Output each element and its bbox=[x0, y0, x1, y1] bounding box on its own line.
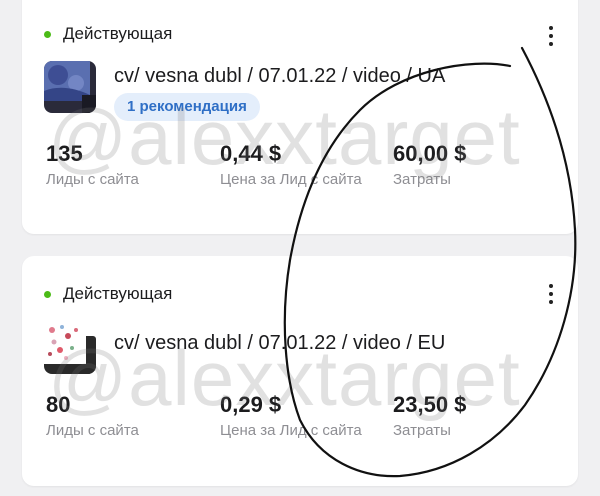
ad-title[interactable]: cv/ vesna dubl / 07.01.22 / video / EU bbox=[114, 332, 445, 355]
metric-value: 135 bbox=[46, 141, 83, 166]
metric-value: 80 bbox=[46, 392, 71, 417]
ad-title[interactable]: cv/ vesna dubl / 07.01.22 / video / UA bbox=[114, 65, 445, 88]
metric-label: Лиды с сайта bbox=[46, 422, 139, 439]
metric-label: Затраты bbox=[393, 171, 451, 188]
video-thumbnail-image bbox=[44, 322, 96, 374]
status-label: Действующая bbox=[63, 284, 173, 303]
metric-value: 23,50 $ bbox=[393, 392, 467, 417]
metric-label: Лиды с сайта bbox=[46, 171, 139, 188]
ad-card-ua[interactable]: Действующая cv/ vesna dubl / 07.01.22 / … bbox=[22, 0, 578, 234]
status-label: Действующая bbox=[63, 24, 173, 43]
video-thumbnail-image bbox=[44, 61, 96, 113]
metric-value: 60,00 $ bbox=[393, 141, 467, 166]
metric-leads: 80 Лиды с сайта bbox=[46, 392, 139, 441]
metric-label: Цена за Лид с сайта bbox=[220, 171, 362, 188]
more-options-button[interactable] bbox=[548, 26, 554, 46]
metric-value: 0,29 $ bbox=[220, 392, 282, 417]
metric-spend: 60,00 $ Затраты bbox=[393, 141, 466, 190]
metric-label: Затраты bbox=[393, 422, 451, 439]
recommendation-badge[interactable]: 1 рекомендация bbox=[114, 93, 260, 121]
metric-value: 0,44 $ bbox=[220, 141, 282, 166]
metric-spend: 23,50 $ Затраты bbox=[393, 392, 466, 441]
status-indicator: Действующая bbox=[44, 284, 172, 304]
status-indicator: Действующая bbox=[44, 24, 172, 44]
more-vertical-icon bbox=[549, 284, 553, 288]
ad-card-eu[interactable]: Действующая cv/ vesna dubl / 07.01.22 / … bbox=[22, 256, 578, 486]
more-options-button[interactable] bbox=[548, 284, 554, 304]
ad-thumbnail[interactable] bbox=[44, 322, 96, 374]
status-dot-icon bbox=[44, 30, 51, 38]
ad-thumbnail[interactable] bbox=[44, 61, 96, 113]
metric-label: Цена за Лид с сайта bbox=[220, 422, 362, 439]
metric-cost-per-lead: 0,29 $ Цена за Лид с сайта bbox=[220, 392, 370, 441]
metric-leads: 135 Лиды с сайта bbox=[46, 141, 139, 190]
more-vertical-icon bbox=[549, 26, 553, 30]
metric-cost-per-lead: 0,44 $ Цена за Лид с сайта bbox=[220, 141, 370, 190]
status-dot-icon bbox=[44, 290, 51, 298]
